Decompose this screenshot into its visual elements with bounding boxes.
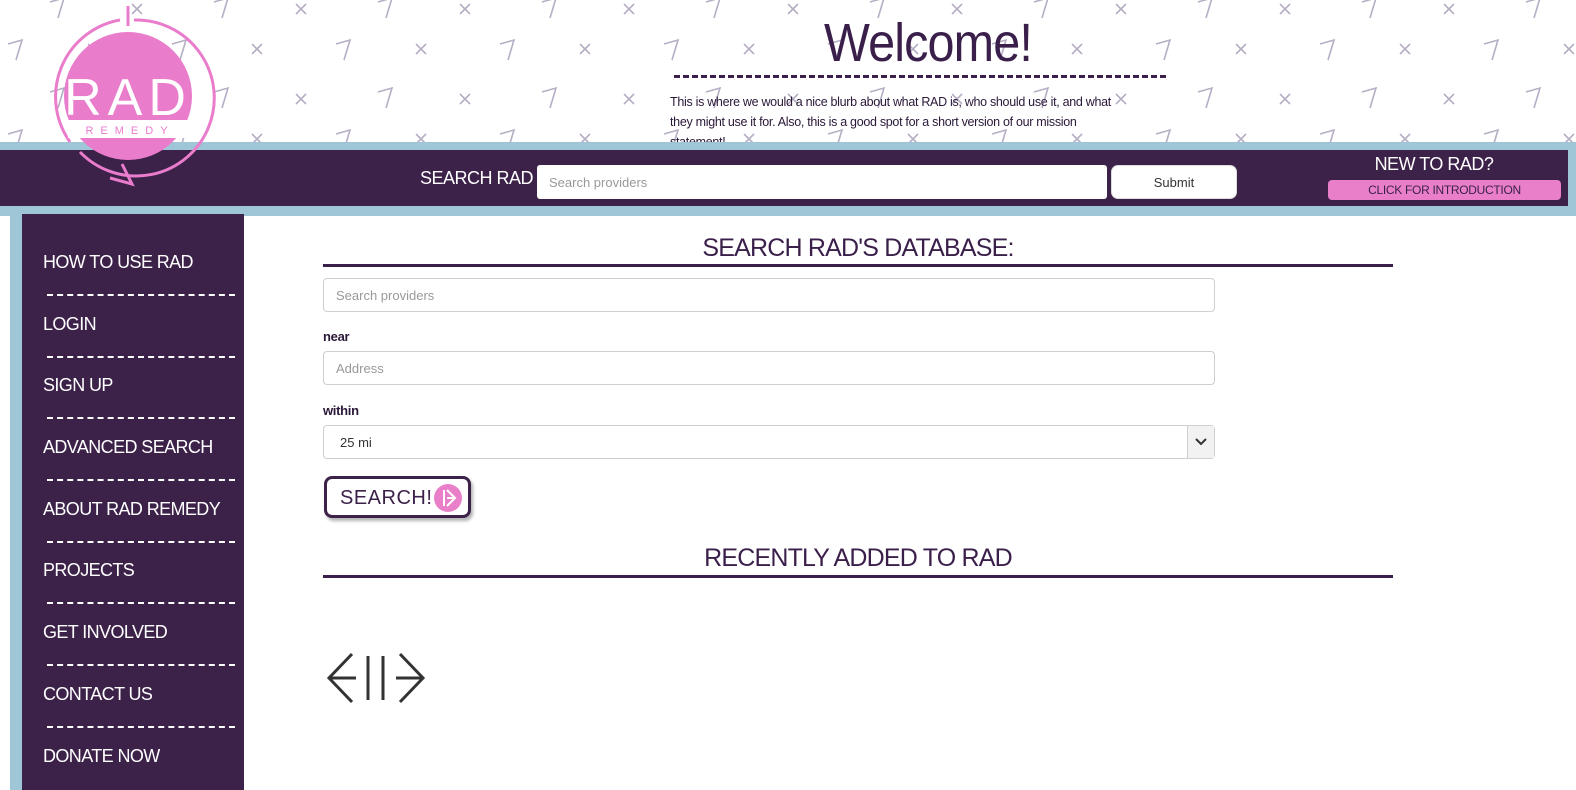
- sidebar-link-advanced-search[interactable]: ADVANCED SEARCH: [43, 437, 220, 467]
- search-database-title: SEARCH RAD'S DATABASE:: [702, 234, 1014, 262]
- top-search-input[interactable]: [537, 165, 1107, 199]
- logo-sub-text: REMEDY: [85, 125, 174, 137]
- sidebar-divider: [47, 664, 235, 667]
- chevron-down-icon[interactable]: [1187, 426, 1214, 458]
- sidebar-link-sign-up[interactable]: SIGN UP: [43, 375, 220, 405]
- sidebar-link-get-involved[interactable]: GET INVOLVED: [43, 622, 220, 652]
- sidebar-item-about: ABOUT RAD REMEDY: [43, 499, 235, 561]
- sidebar-divider: [47, 355, 235, 358]
- sidebar-link-login[interactable]: LOGIN: [43, 314, 220, 344]
- recently-added-title: RECENTLY ADDED TO RAD: [704, 544, 1013, 572]
- sidebar-item-login: LOGIN: [43, 314, 235, 376]
- rad-remedy-logo[interactable]: RAD REMEDY: [40, 2, 220, 194]
- sidebar-divider: [47, 725, 235, 728]
- search-title-rule: [323, 264, 1393, 267]
- sidebar-link-about[interactable]: ABOUT RAD REMEDY: [43, 499, 221, 529]
- sidebar-item-advanced-search: ADVANCED SEARCH: [43, 437, 235, 499]
- distance-select[interactable]: 25 mi: [323, 425, 1215, 459]
- sidebar-border: [10, 214, 22, 790]
- new-to-rad-heading: NEW TO RAD?: [1374, 154, 1494, 174]
- address-input[interactable]: [323, 351, 1215, 385]
- sidebar-link-donate[interactable]: DONATE NOW: [43, 746, 220, 776]
- sidebar-link-contact[interactable]: CONTACT US: [43, 684, 220, 714]
- introduction-button[interactable]: CLICK FOR INTRODUCTION: [1328, 180, 1561, 200]
- providers-search-input[interactable]: [323, 278, 1215, 312]
- logo-main-text: RAD: [64, 69, 192, 127]
- sidebar-item-get-involved: GET INVOLVED: [43, 622, 235, 684]
- sidebar-divider: [47, 479, 235, 482]
- sidebar-item-sign-up: SIGN UP: [43, 375, 235, 437]
- search-rad-label: SEARCH RAD: [420, 168, 534, 188]
- near-label: near: [323, 329, 350, 344]
- sidebar-link-projects[interactable]: PROJECTS: [43, 560, 220, 590]
- sidebar-divider: [47, 540, 235, 543]
- sidebar-divider: [47, 417, 235, 420]
- sidebar-item-donate: DONATE NOW: [43, 746, 220, 790]
- recently-added-rule: [323, 575, 1393, 578]
- search-submit-button[interactable]: SEARCH!: [324, 476, 471, 518]
- within-label: within: [323, 403, 359, 418]
- arrow-right-icon: [433, 483, 463, 513]
- sidebar-nav: HOW TO USE RAD LOGIN SIGN UP ADVANCED SE…: [22, 214, 244, 790]
- sidebar-item-projects: PROJECTS: [43, 560, 235, 622]
- sidebar-link-how-to-use[interactable]: HOW TO USE RAD: [43, 252, 220, 282]
- top-submit-button[interactable]: Submit: [1111, 165, 1237, 199]
- sidebar-divider: [47, 602, 235, 605]
- distance-select-value: 25 mi: [340, 435, 372, 450]
- carousel-next-icon[interactable]: [376, 652, 426, 704]
- sidebar-item-how-to-use: HOW TO USE RAD: [43, 252, 235, 314]
- sidebar-item-contact: CONTACT US: [43, 684, 235, 746]
- sidebar-divider: [47, 294, 235, 296]
- welcome-heading: Welcome!: [824, 13, 1033, 73]
- welcome-divider: [674, 75, 1166, 78]
- search-button-label: SEARCH!: [340, 487, 433, 509]
- carousel-prev-icon[interactable]: [326, 652, 374, 704]
